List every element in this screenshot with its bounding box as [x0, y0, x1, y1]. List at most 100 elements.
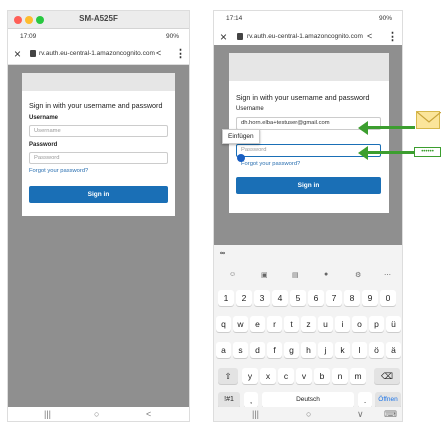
forgot-password-link[interactable]: Forgot your password?	[29, 168, 88, 174]
emoji-icon[interactable]: ☺	[229, 271, 236, 278]
battery-level: 90%	[165, 33, 179, 40]
letter-key[interactable]: z	[301, 316, 316, 332]
letter-key[interactable]: o	[352, 316, 367, 332]
letter-key[interactable]: b	[314, 368, 330, 384]
status-bar: 17:14 90%	[214, 11, 402, 27]
share-icon[interactable]: <	[367, 31, 372, 41]
letter-key[interactable]: f	[267, 342, 282, 358]
mic-icon[interactable]: ●	[324, 271, 328, 278]
card-header	[22, 73, 175, 91]
menu-dots-icon[interactable]: ⋮	[175, 47, 186, 60]
letter-key[interactable]: ä	[386, 342, 401, 358]
card-header	[229, 53, 389, 81]
letter-key[interactable]: g	[284, 342, 299, 358]
comma-key[interactable]: ,	[244, 392, 258, 408]
letter-key[interactable]: y	[242, 368, 258, 384]
letter-key[interactable]: ü	[386, 316, 401, 332]
soft-keyboard: ∞ ☺ ▣ ▤ ● ⚙ ⋯ 1234567890 qwertzuiopü asdfg…	[214, 245, 402, 421]
sticker-icon[interactable]: ▣	[261, 271, 268, 279]
letter-key[interactable]: i	[335, 316, 350, 332]
signin-button[interactable]: Sign in	[29, 186, 168, 203]
samsung-logo-icon: ∞	[220, 250, 225, 257]
letter-key[interactable]: d	[250, 342, 265, 358]
hide-keyboard-icon[interactable]: ∨	[357, 409, 364, 420]
paste-popup[interactable]: Einfügen	[222, 129, 260, 144]
period-key[interactable]: .	[358, 392, 372, 408]
android-nav-bar: ||| ○ ∨ ⌨	[214, 407, 402, 421]
window-title: SM-A525F	[79, 14, 118, 23]
username-label: Username	[236, 106, 264, 112]
lock-icon	[30, 50, 36, 57]
number-key[interactable]: 1	[218, 290, 234, 306]
login-card: Sign in with your username and password …	[22, 73, 175, 216]
recents-icon[interactable]: |||	[44, 409, 51, 419]
number-key[interactable]: 7	[326, 290, 342, 306]
number-key[interactable]: 2	[236, 290, 252, 306]
text-cursor-handle[interactable]	[237, 154, 245, 162]
lock-icon	[237, 33, 243, 40]
number-key[interactable]: 8	[344, 290, 360, 306]
home-icon[interactable]: ○	[94, 409, 99, 419]
settings-gear-icon[interactable]: ⚙	[355, 271, 361, 279]
username-input[interactable]: Username	[29, 125, 168, 137]
number-key[interactable]: 5	[290, 290, 306, 306]
letter-key[interactable]: s	[233, 342, 248, 358]
space-key[interactable]: Deutsch	[262, 392, 354, 408]
password-mask-icon: ••••••	[414, 147, 441, 157]
more-icon[interactable]: ⋯	[384, 271, 391, 279]
envelope-icon	[416, 111, 441, 129]
number-key[interactable]: 4	[272, 290, 288, 306]
letter-key[interactable]: l	[352, 342, 367, 358]
recents-icon[interactable]: |||	[252, 409, 259, 419]
letter-key[interactable]: x	[260, 368, 276, 384]
browser-url-bar[interactable]: × rv.auth.eu-central-1.amazoncognito.com…	[8, 45, 189, 65]
letter-key[interactable]: c	[278, 368, 294, 384]
letter-key[interactable]: a	[216, 342, 231, 358]
home-icon[interactable]: ○	[306, 409, 311, 419]
symbols-key[interactable]: !#1	[218, 392, 240, 408]
keyboard-switch-icon[interactable]: ⌨	[384, 409, 397, 420]
enter-key[interactable]: Öffnen	[375, 392, 401, 408]
number-key[interactable]: 9	[362, 290, 378, 306]
letter-key[interactable]: ö	[369, 342, 384, 358]
close-icon[interactable]: ×	[220, 30, 227, 44]
password-input[interactable]: Password	[29, 152, 168, 164]
letter-key[interactable]: e	[250, 316, 265, 332]
menu-dots-icon[interactable]: ⋮	[387, 30, 398, 43]
number-key[interactable]: 3	[254, 290, 270, 306]
backspace-key[interactable]: ⌫	[374, 368, 400, 384]
battery-level: 90%	[378, 15, 392, 22]
close-icon[interactable]: ×	[14, 47, 21, 61]
letter-key[interactable]: w	[233, 316, 248, 332]
url-text[interactable]: rv.auth.eu-central-1.amazoncognito.com	[247, 33, 363, 40]
letter-key[interactable]: r	[267, 316, 282, 332]
status-time: 17:09	[20, 33, 37, 40]
share-icon[interactable]: <	[156, 48, 161, 58]
password-arrow	[365, 151, 415, 154]
status-time: 17:14	[226, 15, 243, 22]
letter-key[interactable]: n	[332, 368, 348, 384]
email-arrow	[365, 126, 415, 129]
url-text[interactable]: rv.auth.eu-central-1.amazoncognito.com	[39, 50, 155, 57]
letter-key[interactable]: k	[335, 342, 350, 358]
letter-key[interactable]: v	[296, 368, 312, 384]
letter-key[interactable]: t	[284, 316, 299, 332]
back-icon[interactable]: <	[146, 409, 151, 419]
number-key[interactable]: 0	[380, 290, 396, 306]
number-key[interactable]: 6	[308, 290, 324, 306]
signin-heading: Sign in with your username and password	[236, 93, 370, 102]
right-phone-screen: 17:14 90% × rv.auth.eu-central-1.amazonc…	[213, 10, 403, 422]
forgot-password-link[interactable]: Forgot your password?	[241, 161, 300, 167]
gif-icon[interactable]: ▤	[292, 271, 299, 279]
mac-title-bar: SM-A525F	[8, 11, 189, 29]
letter-key[interactable]: j	[318, 342, 333, 358]
shift-key[interactable]: ⇧	[218, 368, 238, 384]
signin-button[interactable]: Sign in	[236, 177, 381, 194]
letter-key[interactable]: q	[216, 316, 231, 332]
password-arrow-head	[358, 146, 368, 160]
letter-key[interactable]: h	[301, 342, 316, 358]
letter-key[interactable]: p	[369, 316, 384, 332]
letter-key[interactable]: m	[350, 368, 366, 384]
letter-key[interactable]: u	[318, 316, 333, 332]
username-label: Username	[29, 115, 59, 121]
